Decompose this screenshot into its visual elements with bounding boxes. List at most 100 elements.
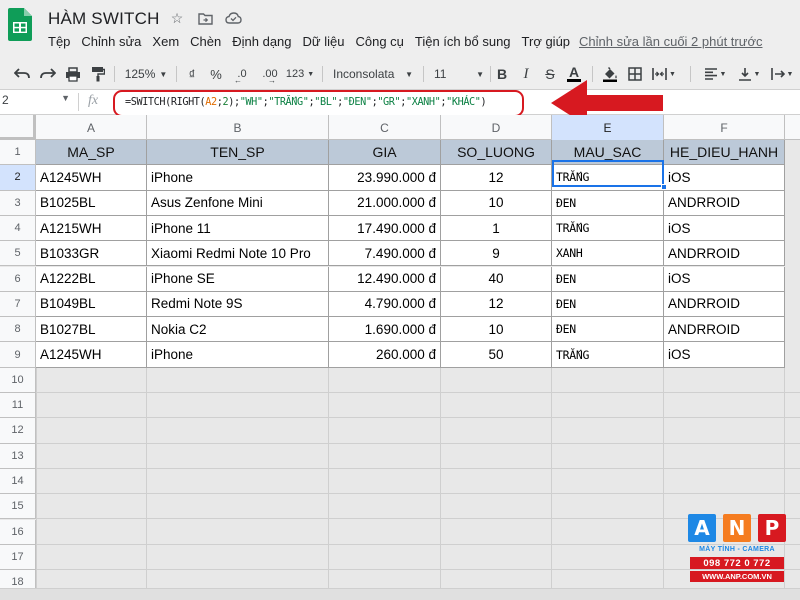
table-cell[interactable]: B1033GR [36,241,147,267]
redo-icon[interactable] [38,65,58,83]
table-cell[interactable]: 17.490.000 đ [329,215,441,242]
decrease-decimal-button[interactable]: .0 ← [232,65,252,85]
table-cell[interactable]: 12.490.000 đ [329,266,441,292]
menu-insert[interactable]: Chèn [190,34,221,49]
table-cell[interactable]: 10 [441,317,552,343]
table-cell[interactable]: ANDRROID [664,190,785,216]
column-header-e[interactable]: E [552,115,664,140]
horizontal-scrollbar[interactable] [0,588,800,600]
font-size-select[interactable]: 11 ▼ [432,65,486,83]
table-cell[interactable]: 21.000.000 đ [329,190,441,216]
table-cell[interactable]: B1025BL [36,190,147,216]
text-wrapping-icon[interactable]: ▼ [768,65,796,83]
table-cell[interactable]: 1.690.000 đ [329,317,441,343]
table-cell[interactable]: 12 [441,165,552,191]
empty-row[interactable] [36,368,800,393]
row-header-9[interactable]: 9 [0,342,36,368]
table-cell[interactable]: A1215WH [36,215,147,242]
table-cell[interactable]: XANH [552,241,664,267]
row-header-6[interactable]: 6 [0,266,36,292]
empty-row[interactable] [36,418,800,444]
cloud-saved-icon[interactable] [224,9,242,27]
italic-button[interactable]: I [519,65,533,83]
undo-icon[interactable] [12,65,32,83]
formula-input[interactable]: =SWITCH(RIGHT(A2;2);"WH";"TRẮNG";"BL";"Đ… [113,90,524,117]
table-cell[interactable]: 260.000 đ [329,342,441,368]
document-title[interactable]: HÀM SWITCH [48,9,160,29]
table-header-cell[interactable]: TEN_SP [147,140,329,166]
table-cell[interactable]: TRẮNG [552,215,664,242]
column-header-f[interactable]: F [664,115,785,140]
menu-tools[interactable]: Công cụ [355,34,403,49]
percent-format-button[interactable]: % [209,65,223,83]
empty-row[interactable] [36,520,800,545]
table-cell[interactable]: iOS [664,165,785,191]
google-sheets-logo-icon[interactable] [8,8,32,41]
empty-row[interactable] [36,393,800,419]
empty-row[interactable] [36,545,800,571]
row-header-13[interactable]: 13 [0,443,36,469]
row-header-3[interactable]: 3 [0,190,36,216]
row-header-17[interactable]: 17 [0,544,36,571]
table-cell[interactable]: iPhone 11 [147,215,329,242]
menu-file[interactable]: Tệp [48,34,70,49]
column-header-a[interactable]: A [36,115,147,140]
star-icon[interactable]: ☆ [168,9,186,27]
increase-decimal-button[interactable]: .00 → [258,65,282,85]
table-cell[interactable]: B1049BL [36,291,147,318]
row-header-10[interactable]: 10 [0,367,36,393]
table-cell[interactable]: TRẮNG [552,342,664,368]
row-header-4[interactable]: 4 [0,215,36,242]
row-header-12[interactable]: 12 [0,418,36,444]
row-header-15[interactable]: 15 [0,494,36,520]
table-header-cell[interactable]: HE_DIEU_HANH [664,140,785,166]
table-cell[interactable]: A1222BL [36,266,147,292]
row-header-7[interactable]: 7 [0,291,36,318]
move-to-folder-icon[interactable] [196,9,214,27]
table-cell[interactable]: Xiaomi Redmi Note 10 Pro [147,241,329,267]
menu-data[interactable]: Dữ liệu [303,34,345,49]
table-cell[interactable]: A1245WH [36,342,147,368]
table-cell[interactable]: Redmi Note 9S [147,291,329,318]
empty-row[interactable] [36,444,800,469]
table-cell[interactable]: ĐEN [552,190,664,216]
row-header-14[interactable]: 14 [0,468,36,495]
row-header-1[interactable]: 1 [0,140,36,166]
table-cell[interactable]: ĐEN [552,317,664,343]
currency-format-button[interactable]: ₫ [185,65,199,83]
fill-handle[interactable] [661,184,667,190]
table-cell[interactable]: 1 [441,215,552,242]
table-cell[interactable]: Nokia C2 [147,317,329,343]
menu-view[interactable]: Xem [152,34,179,49]
table-cell[interactable]: 40 [441,266,552,292]
name-box[interactable]: 2 ▼ [0,93,76,111]
table-cell[interactable]: Asus Zenfone Mini [147,190,329,216]
bold-button[interactable]: B [495,65,509,83]
table-cell[interactable]: 10 [441,190,552,216]
more-formats-select[interactable]: 123 ▼ [285,65,315,83]
table-cell[interactable]: 4.790.000 đ [329,291,441,318]
table-cell[interactable]: 7.490.000 đ [329,241,441,267]
table-cell[interactable]: ANDRROID [664,241,785,267]
horizontal-align-icon[interactable]: ▼ [701,65,729,83]
menu-format[interactable]: Định dạng [232,34,291,49]
menu-addons[interactable]: Tiện ích bổ sung [415,34,511,49]
table-cell[interactable]: B1027BL [36,317,147,343]
menu-help[interactable]: Trợ giúp [522,34,571,49]
table-cell[interactable]: A1245WH [36,165,147,191]
table-header-cell[interactable]: GIA [329,140,441,166]
print-icon[interactable] [63,65,83,83]
table-cell[interactable]: ĐEN [552,266,664,292]
table-cell[interactable]: 50 [441,342,552,368]
menu-edit[interactable]: Chỉnh sửa [81,34,141,49]
zoom-select[interactable]: 125% ▼ [124,65,168,83]
last-edit-link[interactable]: Chỉnh sửa lần cuối 2 phút trước [579,34,762,49]
table-header-cell[interactable]: MA_SP [36,140,147,166]
row-header-2[interactable]: 2 [0,165,36,191]
column-header-c[interactable]: C [329,115,441,140]
empty-row[interactable] [36,494,800,520]
font-family-select[interactable]: Inconsolata ▼ [331,65,415,83]
column-header-d[interactable]: D [441,115,552,140]
table-cell[interactable]: iPhone SE [147,266,329,292]
table-cell[interactable]: iOS [664,342,785,368]
